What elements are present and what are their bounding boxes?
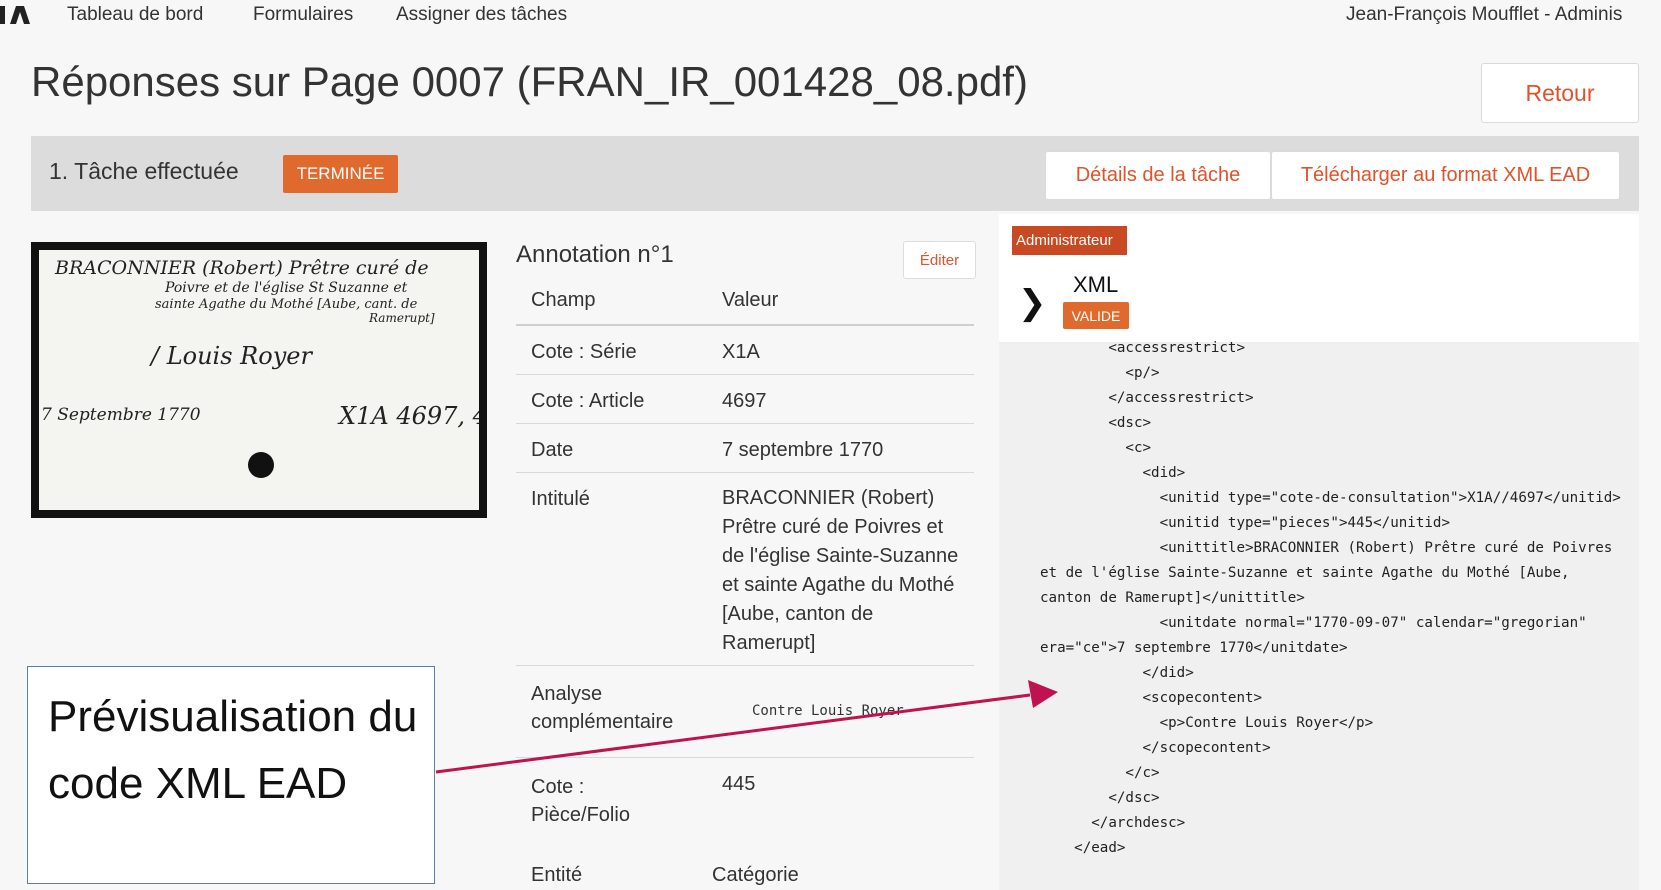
xml-code-line: <unitdate normal="1770-09-07" calendar="…	[1040, 615, 1587, 631]
column-header-category: Catégorie	[712, 864, 799, 886]
xml-code-line: </scopecontent>	[1040, 740, 1271, 756]
task-label: 1. Tâche effectuée	[49, 158, 239, 184]
callout-text: Prévisualisation du code XML EAD	[48, 692, 418, 808]
xml-code-line: </did>	[1040, 665, 1194, 681]
xml-code-line: <dsc>	[1040, 415, 1152, 431]
download-xml-ead-button[interactable]: Télécharger au format XML EAD	[1271, 151, 1620, 200]
row-divider	[516, 374, 974, 375]
xml-code-line: <unittitle>BRACONNIER (Robert) Prêtre cu…	[1040, 540, 1613, 556]
chevron-right-icon[interactable]: ❯	[1018, 283, 1047, 323]
xml-code-line: <unitid type="pieces">445</unitid>	[1040, 515, 1450, 531]
nav-dashboard-link[interactable]: Tableau de bord	[67, 4, 203, 26]
handwriting-drawing: BRACONNIER (Robert) Prêtre curé de Poivr…	[41, 257, 518, 478]
row-article-value: 4697	[722, 390, 767, 412]
xml-code-line: <accessrestrict>	[1040, 340, 1245, 356]
nav-forms-link[interactable]: Formulaires	[253, 4, 353, 26]
card-line-6: 7 Septembre 1770	[41, 405, 201, 425]
top-navbar: Tableau de bord Formulaires Assigner des…	[0, 0, 1661, 30]
row-serie-field: Cote : Série	[531, 341, 637, 363]
xml-code-line: era="ce">7 septembre 1770</unitdate>	[1040, 640, 1348, 656]
back-button[interactable]: Retour	[1481, 63, 1639, 123]
xml-code-line: </ead>	[1040, 840, 1126, 856]
xml-code-line: </dsc>	[1040, 790, 1160, 806]
status-badge-valid: VALIDE	[1063, 302, 1129, 329]
edit-annotation-button[interactable]: Éditer	[903, 241, 976, 279]
column-header-entity: Entité	[531, 864, 583, 886]
card-line-5: / Louis Royer	[149, 342, 313, 370]
row-serie-value: X1A	[722, 341, 760, 363]
row-divider	[516, 472, 974, 473]
row-piece-field: Cote : Pièce/Folio	[531, 776, 630, 826]
xml-code-line: <p>Contre Louis Royer</p>	[1040, 715, 1374, 731]
task-details-button[interactable]: Détails de la tâche	[1045, 151, 1271, 200]
card-line-2: Poivre et de l'église St Suzanne et	[164, 280, 408, 296]
xml-code-line: <scopecontent>	[1040, 690, 1263, 706]
xml-code-line: et de l'église Sainte-Suzanne et sainte …	[1040, 565, 1570, 581]
xml-panel-title: XML	[1073, 272, 1119, 297]
row-analyse-field: Analyse complémentaire	[531, 683, 674, 733]
column-header-field: Champ	[531, 289, 596, 311]
status-badge-done: TERMINÉE	[283, 155, 398, 193]
card-line-1: BRACONNIER (Robert) Prêtre curé de	[54, 257, 429, 279]
xml-code-line: </accessrestrict>	[1040, 390, 1254, 406]
row-date-field: Date	[531, 439, 574, 461]
card-line-3: sainte Agathe du Mothé [Aube, cant. de	[155, 297, 418, 312]
row-intitule-value: BRACONNIER (Robert) Prêtre curé de Poivr…	[722, 487, 959, 654]
row-divider	[516, 757, 974, 758]
xml-code-line: <c>	[1040, 440, 1152, 456]
table-header-divider	[516, 324, 974, 326]
xml-code-line: <p/>	[1040, 365, 1160, 381]
nav-assign-tasks-link[interactable]: Assigner des tâches	[396, 4, 567, 26]
xml-code-block: <accessrestrict> <p/> </accessrestrict> …	[1040, 336, 1621, 861]
xml-code-line: <did>	[1040, 465, 1186, 481]
card-line-4: Ramerupt]	[368, 311, 435, 325]
row-date-value: 7 septembre 1770	[722, 439, 884, 461]
card-line-7: X1A 4697, 445	[337, 402, 479, 430]
scanned-card-paper: BRACONNIER (Robert) Prêtre curé de Poivr…	[39, 250, 518, 510]
row-article-field: Cote : Article	[531, 390, 645, 412]
row-divider	[516, 665, 974, 666]
xml-code-line: </archdesc>	[1040, 815, 1186, 831]
column-header-value: Valeur	[722, 289, 779, 311]
user-menu[interactable]: Jean-François Moufflet - Adminis	[1346, 4, 1622, 26]
card-punch-hole	[248, 452, 274, 478]
app-logo-icon[interactable]	[0, 4, 34, 26]
row-divider	[516, 423, 974, 424]
row-analyse-value: Contre Louis Royer	[752, 703, 904, 719]
page-title: Réponses sur Page 0007 (FRAN_IR_001428_0…	[31, 58, 1028, 105]
xml-code-line: </c>	[1040, 765, 1160, 781]
annotation-title: Annotation n°1	[516, 241, 674, 268]
xml-code-line: canton de Ramerupt]</unittitle>	[1040, 590, 1305, 606]
row-intitule-field: Intitulé	[531, 488, 590, 510]
role-badge: Administrateur	[1012, 226, 1127, 255]
row-piece-value: 445	[722, 773, 756, 795]
xml-code-line: <unitid type="cote-de-consultation">X1A/…	[1040, 490, 1621, 506]
